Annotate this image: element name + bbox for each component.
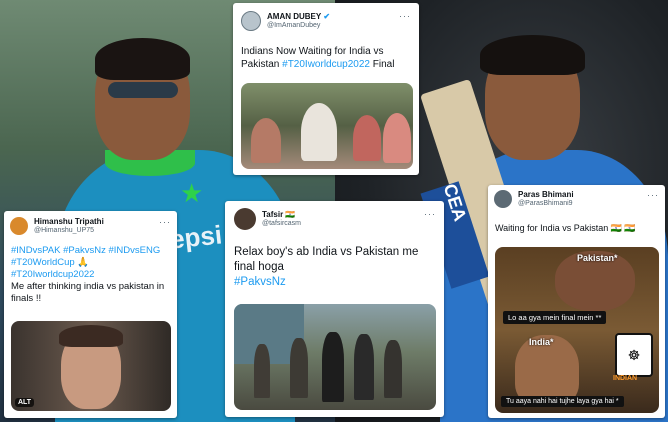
hashtag-link[interactable]: #PakvsNz	[234, 275, 439, 290]
tweet-text-line: Relax boy's ab India vs Pakistan me	[234, 246, 419, 258]
tweet-card-aman-dubey[interactable]: AMAN DUBEY ✔ @ImAmanDubey ··· Indians No…	[233, 3, 419, 175]
tweet-text: Indians Now Waiting for India vs Pakista…	[241, 45, 413, 71]
author-name[interactable]: AMAN DUBEY ✔	[267, 12, 330, 21]
left-player-star-icon: ★	[180, 178, 204, 208]
hashtag-links[interactable]: #T20Iworldcup2022	[11, 269, 173, 281]
more-options-icon[interactable]: ···	[647, 190, 659, 200]
author-name[interactable]: Himanshu Tripathi	[34, 217, 104, 226]
left-player-sunglasses	[108, 82, 178, 98]
image-hair	[59, 325, 123, 347]
meme-label-mid: India*	[529, 337, 554, 347]
image-figure	[251, 118, 281, 163]
image-figure	[254, 344, 270, 398]
left-player-hair	[95, 38, 190, 80]
image-figure	[354, 334, 374, 400]
more-options-icon[interactable]: ···	[424, 209, 436, 219]
tweet-image-face[interactable]: ALT	[11, 321, 171, 411]
author-name[interactable]: Paras Bhimani	[518, 190, 574, 199]
image-figure	[353, 115, 381, 161]
tweet-text: Relax boy's ab India vs Pakistan me fina…	[234, 245, 439, 290]
author-handle[interactable]: @Himanshu_UP75	[34, 226, 104, 235]
meme-caption-2: Tu aaya nahi hai tujhe laya gya hai *	[501, 396, 624, 407]
meme-caption-1: Lo aa gya mein final mein **	[503, 311, 607, 324]
author-handle[interactable]: @ImAmanDubey	[267, 21, 330, 30]
image-figure	[384, 340, 402, 398]
author-handle[interactable]: @ParasBhimani9	[518, 199, 574, 208]
tweet-header: AMAN DUBEY ✔ @ImAmanDubey	[241, 11, 330, 31]
alt-badge[interactable]: ALT	[15, 398, 35, 407]
hashtag-links[interactable]: #T20WorldCup 🙏	[11, 257, 173, 269]
hashtag-links[interactable]: #INDvsPAK #PakvsNz #INDvsENG	[11, 245, 173, 257]
avatar[interactable]	[494, 190, 512, 208]
author-name-text: AMAN DUBEY	[267, 12, 322, 21]
meme-label-top: Pakistan*	[577, 253, 618, 263]
more-options-icon[interactable]: ···	[159, 217, 171, 227]
tweet-text-line: final hoga	[234, 261, 284, 273]
avatar[interactable]	[241, 11, 261, 31]
tweet-text-body: Me after thinking india vs pakistan in f…	[11, 281, 165, 304]
tweet-card-tafsir[interactable]: Tafsir 🇮🇳 @tafsircasm ··· Relax boy's ab…	[225, 201, 444, 417]
tweet-header: Himanshu Tripathi @Himanshu_UP75	[10, 217, 104, 235]
more-options-icon[interactable]: ···	[399, 11, 411, 21]
image-figure	[301, 103, 337, 161]
avatar[interactable]	[10, 217, 28, 235]
avatar[interactable]	[234, 208, 256, 230]
tweet-text: Waiting for India vs Pakistan 🇮🇳 🇮🇳	[495, 223, 636, 233]
right-player-hair	[480, 35, 585, 75]
tweet-text: #INDvsPAK #PakvsNz #INDvsENG #T20WorldCu…	[11, 245, 173, 305]
image-figure	[290, 338, 308, 398]
hashtag-link[interactable]: #T20Iworldcup2022	[282, 59, 370, 70]
tweet-header: Paras Bhimani @ParasBhimani9	[494, 190, 574, 208]
image-figure	[322, 332, 344, 402]
tweet-text-after: Final	[369, 59, 395, 70]
image-figure	[383, 113, 411, 163]
verified-badge-icon: ✔	[323, 12, 331, 21]
tweet-image-street[interactable]	[234, 304, 436, 410]
tweet-image-crowd[interactable]	[241, 83, 413, 169]
author-handle[interactable]: @tafsircasm	[262, 219, 301, 228]
meme-logo-text: INDIAN	[613, 375, 638, 382]
tweet-card-himanshu-tripathi[interactable]: Himanshu Tripathi @Himanshu_UP75 ··· #IN…	[4, 211, 177, 418]
tweet-header: Tafsir 🇮🇳 @tafsircasm	[234, 208, 301, 230]
meme-ashoka-chakra-icon: ☸	[615, 333, 653, 377]
tweet-image-meme[interactable]: Pakistan* Lo aa gya mein final mein ** I…	[495, 247, 659, 413]
author-name[interactable]: Tafsir 🇮🇳	[262, 210, 301, 219]
tweet-card-paras-bhimani[interactable]: Paras Bhimani @ParasBhimani9 ··· Waiting…	[488, 185, 665, 418]
